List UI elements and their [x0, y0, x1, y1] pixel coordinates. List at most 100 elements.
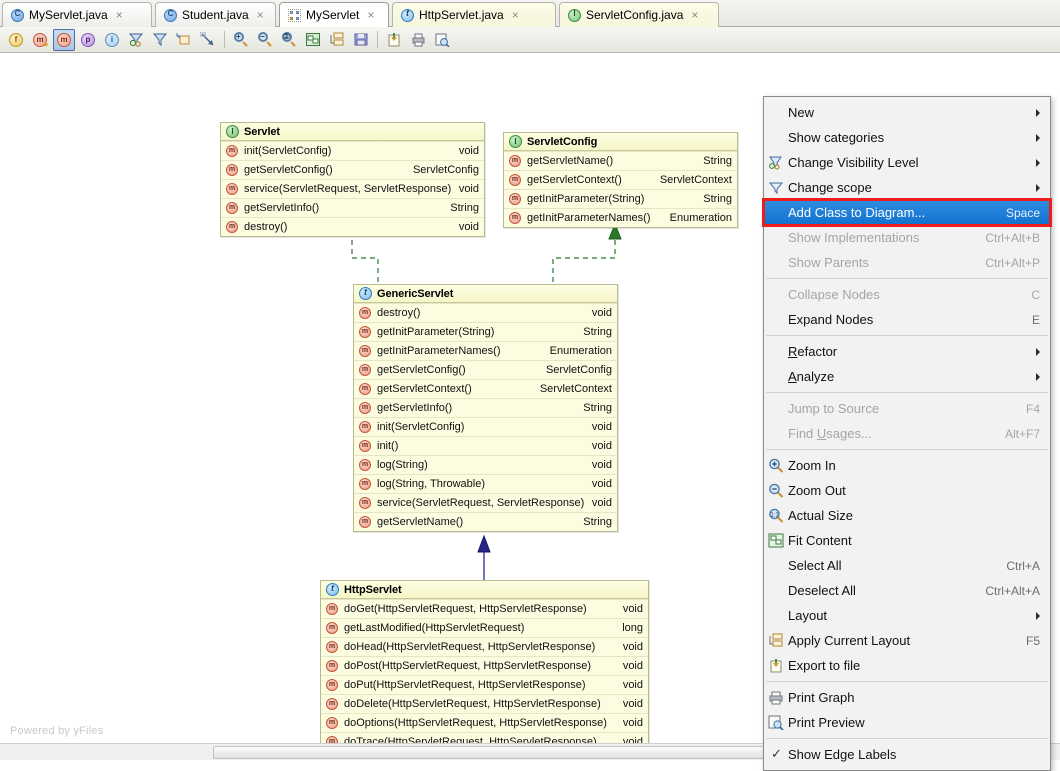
menu-item-fit-content[interactable]: Fit Content: [764, 528, 1050, 553]
menu-item-select-all[interactable]: Select AllCtrl+A: [764, 553, 1050, 578]
zoom-in-button[interactable]: +: [230, 29, 252, 51]
menu-item-layout[interactable]: Layout: [764, 603, 1050, 628]
show-edge-creation-button[interactable]: [197, 29, 219, 51]
show-properties-button[interactable]: p: [77, 29, 99, 51]
uml-member-row[interactable]: doPut(HttpServletRequest, HttpServletRes…: [321, 675, 648, 694]
menu-item-icon-slot: [768, 130, 786, 146]
menu-item-new[interactable]: New: [764, 100, 1050, 125]
interface-icon: [226, 125, 239, 138]
print-graph-button[interactable]: [407, 29, 429, 51]
uml-member-row[interactable]: service(ServletRequest, ServletResponse)…: [354, 493, 617, 512]
uml-member-row[interactable]: getServletName()String: [504, 151, 737, 170]
close-icon[interactable]: ×: [257, 9, 264, 21]
method-icon: [359, 345, 371, 357]
editor-tab-2[interactable]: MyServlet×: [279, 2, 389, 27]
uml-class-node[interactable]: HttpServlet doGet(HttpServletRequest, Htt…: [320, 580, 649, 743]
save-icon: [353, 32, 369, 47]
menu-item-add-class-to-diagram[interactable]: Add Class to Diagram...Space: [764, 200, 1050, 225]
abstract-icon: [401, 9, 414, 22]
menu-item-zoom-in[interactable]: Zoom In: [764, 453, 1050, 478]
uml-member-row[interactable]: destroy()void: [354, 303, 617, 322]
close-icon[interactable]: ×: [116, 9, 123, 21]
menu-item-deselect-all[interactable]: Deselect AllCtrl+Alt+A: [764, 578, 1050, 603]
uml-member-row[interactable]: init(ServletConfig)void: [221, 141, 484, 160]
editor-tab-label: ServletConfig.java: [586, 8, 683, 22]
uml-member-row[interactable]: getInitParameterNames()Enumeration: [504, 208, 737, 227]
editor-tab-3[interactable]: HttpServlet.java×: [392, 2, 556, 27]
uml-node-header[interactable]: ServletConfig: [504, 133, 737, 151]
uml-member-row[interactable]: service(ServletRequest, ServletResponse)…: [221, 179, 484, 198]
menu-item-label: Jump to Source: [788, 401, 1012, 416]
editor-tab-0[interactable]: MyServlet.java×: [2, 2, 152, 27]
method-icon: [326, 736, 338, 743]
show-constructors-button[interactable]: m✶: [29, 29, 51, 51]
uml-member-row[interactable]: getLastModified(HttpServletRequest)long: [321, 618, 648, 637]
menu-item-actual-size[interactable]: 1:1Actual Size: [764, 503, 1050, 528]
uml-member-row[interactable]: destroy()void: [221, 217, 484, 236]
menu-item-apply-current-layout[interactable]: Apply Current LayoutF5: [764, 628, 1050, 653]
uml-member-signature: destroy(): [377, 307, 586, 319]
filter-icon: [768, 180, 786, 196]
uml-member-row[interactable]: doHead(HttpServletRequest, HttpServletRe…: [321, 637, 648, 656]
menu-item-show-edge-labels[interactable]: ✓Show Edge Labels: [764, 742, 1050, 767]
uml-member-row[interactable]: doGet(HttpServletRequest, HttpServletRes…: [321, 599, 648, 618]
close-icon[interactable]: ×: [512, 9, 519, 21]
uml-member-signature: doGet(HttpServletRequest, HttpServletRes…: [344, 603, 617, 615]
actual-size-button[interactable]: ②: [278, 29, 300, 51]
uml-member-row[interactable]: getServletConfig()ServletConfig: [221, 160, 484, 179]
menu-item-expand-nodes[interactable]: Expand NodesE: [764, 307, 1050, 332]
menu-item-change-scope[interactable]: Change scope: [764, 175, 1050, 200]
uml-member-row[interactable]: getServletInfo()String: [221, 198, 484, 217]
apply-layout-button[interactable]: [326, 29, 348, 51]
diagram-context-menu[interactable]: NewShow categoriesChange Visibility Leve…: [763, 96, 1051, 771]
uml-member-row[interactable]: doOptions(HttpServletRequest, HttpServle…: [321, 713, 648, 732]
show-inner-classes-button[interactable]: i: [101, 29, 123, 51]
uml-member-row[interactable]: doPost(HttpServletRequest, HttpServletRe…: [321, 656, 648, 675]
menu-item-zoom-out[interactable]: Zoom Out: [764, 478, 1050, 503]
uml-member-row[interactable]: init(ServletConfig)void: [354, 417, 617, 436]
zoom-out-button[interactable]: −: [254, 29, 276, 51]
uml-member-row[interactable]: getServletInfo()String: [354, 398, 617, 417]
uml-member-row[interactable]: init()void: [354, 436, 617, 455]
uml-member-row[interactable]: getInitParameterNames()Enumeration: [354, 341, 617, 360]
zoom-in-icon: +: [234, 32, 249, 47]
uml-member-row[interactable]: getInitParameter(String)String: [504, 189, 737, 208]
uml-node-header[interactable]: GenericServlet: [354, 285, 617, 303]
uml-node-header[interactable]: Servlet: [221, 123, 484, 141]
uml-class-node[interactable]: Servletinit(ServletConfig)voidgetServlet…: [220, 122, 485, 237]
uml-member-row[interactable]: log(String, Throwable)void: [354, 474, 617, 493]
menu-item-export-to-file[interactable]: Export to file: [764, 653, 1050, 678]
uml-member-signature: init(ServletConfig): [244, 145, 453, 157]
editor-tab-1[interactable]: Student.java×: [155, 2, 276, 27]
print-preview-button[interactable]: [431, 29, 453, 51]
close-icon[interactable]: ×: [367, 9, 374, 21]
menu-item-refactor[interactable]: Refactor: [764, 339, 1050, 364]
save-button[interactable]: [350, 29, 372, 51]
menu-item-print-graph[interactable]: Print Graph: [764, 685, 1050, 710]
menu-item-show-categories[interactable]: Show categories: [764, 125, 1050, 150]
uml-member-row[interactable]: doTrace(HttpServletRequest, HttpServletR…: [321, 732, 648, 743]
uml-class-node[interactable]: GenericServletdestroy()voidgetInitParame…: [353, 284, 618, 532]
menu-item-analyze[interactable]: Analyze: [764, 364, 1050, 389]
uml-node-header[interactable]: HttpServlet: [321, 581, 648, 599]
uml-member-row[interactable]: log(String)void: [354, 455, 617, 474]
uml-member-row[interactable]: getServletName()String: [354, 512, 617, 531]
uml-member-row[interactable]: getServletContext()ServletContext: [354, 379, 617, 398]
uml-member-return-type: void: [617, 641, 643, 653]
show-dependencies-button[interactable]: [125, 29, 147, 51]
fit-content-button[interactable]: [302, 29, 324, 51]
uml-member-row[interactable]: doDelete(HttpServletRequest, HttpServlet…: [321, 694, 648, 713]
uml-member-row[interactable]: getServletConfig()ServletConfig: [354, 360, 617, 379]
change-scope-filter-button[interactable]: [149, 29, 171, 51]
show-methods-button[interactable]: m: [53, 29, 75, 51]
editor-tab-4[interactable]: ServletConfig.java ×: [559, 2, 719, 27]
menu-item-change-visibility-level[interactable]: Change Visibility Level: [764, 150, 1050, 175]
uml-member-row[interactable]: getServletContext()ServletContext: [504, 170, 737, 189]
show-edges-button[interactable]: [173, 29, 195, 51]
close-icon[interactable]: ×: [691, 9, 698, 21]
show-fields-button[interactable]: f: [5, 29, 27, 51]
export-to-file-button[interactable]: [383, 29, 405, 51]
menu-item-print-preview[interactable]: Print Preview: [764, 710, 1050, 735]
uml-class-node[interactable]: ServletConfiggetServletName()StringgetSe…: [503, 132, 738, 228]
uml-member-row[interactable]: getInitParameter(String)String: [354, 322, 617, 341]
